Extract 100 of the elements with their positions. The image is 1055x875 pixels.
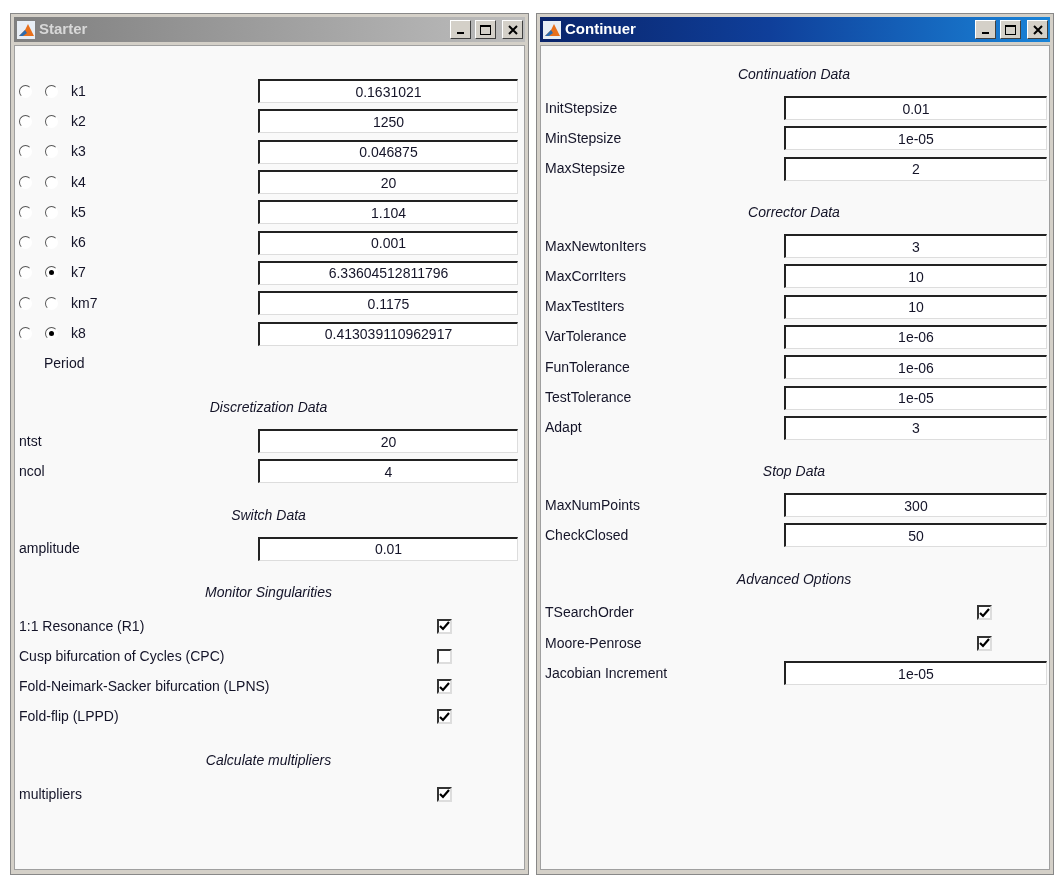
section-heading: Continuation Data (736, 65, 852, 84)
value-field[interactable]: 1e-05 (784, 126, 1047, 151)
minimize-icon (457, 32, 464, 34)
value-field[interactable]: 0.413039110962917 (258, 321, 518, 346)
check-icon (439, 681, 450, 692)
value-field[interactable]: 20 (258, 170, 518, 195)
radio-button[interactable] (19, 205, 32, 219)
value-field[interactable]: 2 (784, 156, 1047, 181)
value-field[interactable]: 20 (258, 429, 518, 454)
value-field[interactable]: 0.01 (258, 536, 518, 561)
peak-icon (543, 20, 561, 39)
checkbox[interactable] (437, 709, 452, 725)
maximize-button[interactable] (1000, 20, 1021, 39)
value-field[interactable]: 1250 (258, 109, 518, 134)
value-field[interactable]: 0.01 (784, 96, 1047, 121)
value-field[interactable]: 1.104 (258, 200, 518, 225)
section-heading: Calculate multipliers (204, 751, 333, 771)
field-label: MaxStepsize (545, 160, 626, 177)
value-field[interactable]: 10 (784, 294, 1047, 319)
minimize-icon (982, 32, 989, 34)
value-field[interactable]: 0.1175 (258, 291, 518, 316)
checkbox[interactable] (437, 648, 452, 664)
checkbox[interactable] (437, 679, 452, 695)
parameter-label: k7 (71, 264, 86, 281)
maximize-icon (480, 24, 491, 35)
option-label: Cusp bifurcation of Cycles (CPC) (19, 647, 225, 664)
radio-button[interactable] (19, 84, 32, 98)
field-label: InitStepsize (545, 99, 618, 116)
checkbox[interactable] (437, 618, 452, 634)
field-label: TestTolerance (545, 389, 632, 405)
option-label: TSearchOrder (545, 604, 634, 621)
value-field[interactable]: 4 (258, 459, 518, 484)
parameter-label: Period (43, 354, 85, 374)
field-label: MaxCorrIters (545, 267, 626, 284)
check-icon (979, 607, 990, 618)
value-field[interactable]: 1e-06 (784, 355, 1047, 380)
field-label: ntst (19, 432, 42, 449)
value-field[interactable]: 300 (784, 493, 1047, 518)
option-label: multipliers (19, 785, 82, 802)
radio-button[interactable] (19, 236, 32, 250)
radio-button[interactable] (19, 175, 32, 189)
maximize-button[interactable] (475, 20, 496, 39)
maximize-icon (1005, 24, 1016, 35)
radio-button[interactable] (19, 145, 32, 159)
radio-button[interactable] (19, 266, 32, 280)
value-field[interactable]: 3 (784, 234, 1047, 259)
radio-button[interactable] (45, 266, 58, 280)
radio-button[interactable] (45, 84, 58, 98)
parameter-label: k2 (71, 112, 86, 129)
value-field[interactable]: 1e-05 (784, 385, 1047, 410)
check-icon (439, 621, 450, 631)
window-title: Continuer (565, 19, 637, 40)
checkbox[interactable] (977, 605, 992, 621)
section-heading: Monitor Singularities (204, 582, 333, 602)
value-field[interactable]: 0.1631021 (258, 79, 518, 104)
radio-button[interactable] (45, 114, 58, 128)
check-icon (439, 789, 450, 800)
field-label: FunTolerance (545, 358, 630, 375)
radio-button[interactable] (19, 114, 32, 128)
field-label: Adapt (545, 419, 582, 436)
radio-button[interactable] (19, 327, 32, 340)
value-field[interactable]: 0.001 (258, 230, 518, 255)
field-label: amplitude (19, 540, 80, 557)
minimize-button[interactable] (450, 20, 471, 39)
field-label: VarTolerance (545, 328, 627, 345)
radio-button[interactable] (45, 145, 58, 159)
section-heading: Advanced Options (735, 569, 853, 589)
radio-button[interactable] (45, 175, 58, 189)
minimize-button[interactable] (975, 20, 996, 39)
parameter-label: k5 (71, 203, 86, 220)
value-field[interactable]: 10 (784, 264, 1047, 289)
option-label: Fold-Neimark-Sacker bifurcation (LPNS) (19, 678, 270, 695)
value-field[interactable]: 0.046875 (258, 139, 518, 164)
close-button[interactable] (1027, 20, 1048, 39)
checkbox[interactable] (977, 635, 992, 651)
parameter-label: k8 (71, 325, 86, 341)
check-icon (439, 711, 450, 722)
radio-button[interactable] (45, 327, 58, 340)
radio-button[interactable] (45, 205, 58, 219)
value-field[interactable]: 1e-06 (784, 324, 1047, 349)
option-label: Fold-flip (LPPD) (19, 708, 119, 725)
value-field[interactable]: 1e-05 (784, 661, 1047, 686)
close-icon (507, 24, 518, 35)
option-label: Moore-Penrose (545, 634, 642, 651)
radio-button[interactable] (45, 236, 58, 250)
field-label: MaxNewtonIters (545, 237, 647, 254)
value-field[interactable]: 3 (784, 415, 1047, 440)
close-button[interactable] (502, 20, 523, 39)
value-field[interactable]: 6.33604512811796 (258, 260, 518, 285)
parameter-label: k1 (71, 82, 86, 99)
radio-button[interactable] (19, 296, 32, 310)
field-label: MaxTestIters (545, 298, 625, 315)
parameter-label: km7 (71, 294, 98, 311)
section-heading: Switch Data (230, 505, 307, 525)
checkbox[interactable] (437, 786, 452, 802)
radio-button[interactable] (45, 296, 58, 310)
value-field[interactable]: 50 (784, 523, 1047, 548)
parameter-label: k6 (71, 234, 86, 251)
section-heading: Stop Data (761, 461, 827, 481)
section-heading: Discretization Data (208, 397, 329, 417)
